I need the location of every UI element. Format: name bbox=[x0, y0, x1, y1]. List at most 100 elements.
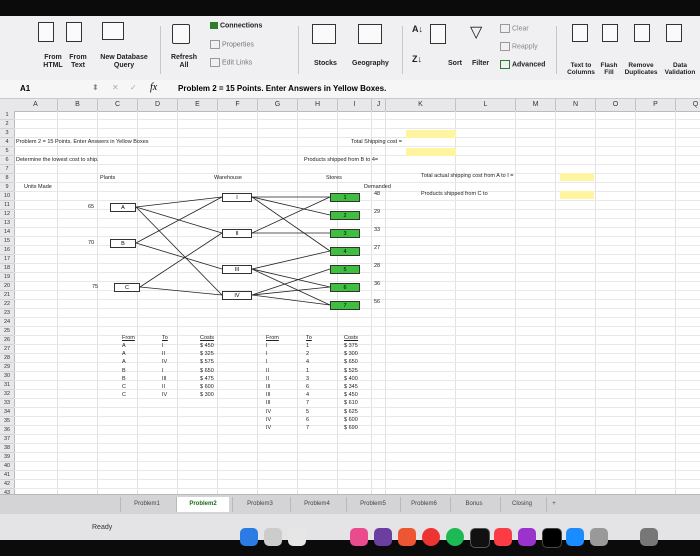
from-text-button[interactable] bbox=[66, 22, 82, 45]
spotify-icon[interactable] bbox=[446, 528, 464, 546]
table-cell[interactable]: $ 450 bbox=[344, 392, 358, 399]
advanced-button[interactable]: Advanced bbox=[500, 60, 545, 69]
table-cell[interactable]: I bbox=[266, 351, 268, 358]
table-cell[interactable]: $ 600 bbox=[200, 384, 214, 391]
table-cell[interactable]: A bbox=[122, 359, 126, 366]
app-icon[interactable] bbox=[350, 528, 368, 546]
cell-stepper-icon[interactable]: ⬍ bbox=[92, 83, 99, 92]
table-cell[interactable]: $ 400 bbox=[344, 376, 358, 383]
table-cell[interactable]: B bbox=[122, 368, 126, 375]
cancel-icon[interactable]: ✕ bbox=[112, 83, 119, 92]
table-cell[interactable]: $ 650 bbox=[344, 359, 358, 366]
filter-icon[interactable]: ▽ bbox=[470, 22, 482, 42]
table-cell[interactable]: $ 650 bbox=[200, 368, 214, 375]
table-cell[interactable]: 1 bbox=[306, 368, 309, 375]
table-cell[interactable]: $ 450 bbox=[200, 343, 214, 350]
spreadsheet-grid[interactable]: ABCDEFGHIJKLMNOPQ 1 2 3 4 5 6 7 8 9 10 11 12 13 14 15 1… bbox=[0, 99, 700, 494]
table-cell[interactable]: 5 bbox=[306, 409, 309, 416]
sheet-tab[interactable]: Problem1 bbox=[120, 497, 173, 512]
table-cell[interactable]: IV bbox=[266, 417, 271, 424]
sheet-tab[interactable]: Problem6 bbox=[400, 497, 447, 512]
table-cell[interactable]: III bbox=[266, 400, 271, 407]
table-cell[interactable]: III bbox=[266, 392, 271, 399]
geography-button[interactable] bbox=[358, 24, 382, 47]
app-store-icon[interactable] bbox=[566, 528, 584, 546]
table-cell[interactable]: $ 610 bbox=[344, 400, 358, 407]
table-cell[interactable]: $ 345 bbox=[344, 384, 358, 391]
table-cell[interactable]: 7 bbox=[306, 400, 309, 407]
sheet-tab[interactable]: Bonus bbox=[450, 497, 497, 512]
app-icon[interactable] bbox=[590, 528, 608, 546]
edit-links-button[interactable]: Edit Links bbox=[210, 58, 252, 67]
table-cell[interactable]: B bbox=[122, 376, 126, 383]
table-cell[interactable]: $ 325 bbox=[200, 351, 214, 358]
table-cell[interactable]: I bbox=[266, 343, 268, 350]
app-icon[interactable] bbox=[398, 528, 416, 546]
flash-fill-button[interactable] bbox=[602, 24, 618, 45]
table-cell[interactable]: II bbox=[162, 384, 165, 391]
table-cell[interactable]: III bbox=[162, 376, 167, 383]
table-cell[interactable]: $ 625 bbox=[344, 409, 358, 416]
table-cell[interactable]: I bbox=[266, 359, 268, 366]
table-cell[interactable]: A bbox=[122, 343, 126, 350]
table-cell[interactable]: 4 bbox=[306, 392, 309, 399]
from-html-button[interactable] bbox=[38, 22, 54, 45]
app-icon[interactable] bbox=[422, 528, 440, 546]
table-cell[interactable]: C bbox=[122, 384, 126, 391]
sort-button[interactable] bbox=[430, 24, 446, 47]
table-cell[interactable]: IV bbox=[266, 425, 271, 432]
enter-check-icon[interactable]: ✓ bbox=[130, 83, 137, 92]
table-cell[interactable]: C bbox=[122, 392, 126, 399]
table-cell[interactable]: 2 bbox=[306, 351, 309, 358]
remove-duplicates-button[interactable] bbox=[634, 24, 650, 45]
table-cell[interactable]: $ 575 bbox=[200, 359, 214, 366]
table-cell[interactable]: I bbox=[162, 368, 164, 375]
table-cell[interactable]: $ 690 bbox=[344, 425, 358, 432]
table-cell[interactable]: 6 bbox=[306, 384, 309, 391]
calendar-icon[interactable] bbox=[288, 528, 306, 546]
clear-button[interactable]: Clear bbox=[500, 24, 529, 33]
table-cell[interactable]: $ 375 bbox=[344, 343, 358, 350]
stocks-button[interactable] bbox=[312, 24, 336, 47]
app-icon[interactable] bbox=[264, 528, 282, 546]
table-cell[interactable]: $ 475 bbox=[200, 376, 214, 383]
new-database-query-button[interactable] bbox=[102, 22, 124, 43]
table-cell[interactable]: II bbox=[162, 351, 165, 358]
properties-button[interactable]: Properties bbox=[210, 40, 254, 49]
table-cell[interactable]: IV bbox=[162, 392, 167, 399]
table-cell[interactable]: I bbox=[162, 343, 164, 350]
table-cell[interactable]: 6 bbox=[306, 417, 309, 424]
app-icon[interactable] bbox=[240, 528, 258, 546]
data-validation-button[interactable] bbox=[666, 24, 682, 45]
name-box[interactable]: A1 bbox=[20, 84, 30, 93]
table-cell[interactable]: II bbox=[266, 368, 269, 375]
table-cell[interactable]: II bbox=[266, 376, 269, 383]
function-icon[interactable]: fx bbox=[150, 82, 157, 93]
add-sheet-button[interactable]: + bbox=[546, 497, 561, 512]
table-cell[interactable]: 3 bbox=[306, 376, 309, 383]
table-cell[interactable]: 4 bbox=[306, 359, 309, 366]
sheet-tab[interactable]: Problem3 bbox=[232, 497, 287, 512]
star-icon[interactable] bbox=[374, 528, 392, 546]
table-cell[interactable]: $ 600 bbox=[344, 417, 358, 424]
app-icon[interactable] bbox=[640, 528, 658, 546]
sheet-tab[interactable]: Problem5 bbox=[346, 497, 399, 512]
reapply-button[interactable]: Reapply bbox=[500, 42, 538, 51]
sheet-tab[interactable]: Problem4 bbox=[290, 497, 343, 512]
table-cell[interactable]: III bbox=[266, 384, 271, 391]
music-icon[interactable] bbox=[494, 528, 512, 546]
tv-icon[interactable] bbox=[542, 528, 562, 548]
app-icon[interactable] bbox=[470, 528, 490, 548]
podcasts-icon[interactable] bbox=[518, 528, 536, 546]
table-cell[interactable]: 7 bbox=[306, 425, 309, 432]
sort-az-icon[interactable]: A↓ bbox=[412, 24, 423, 34]
formula-input[interactable]: Problem 2 = 15 Points. Enter Answers in … bbox=[178, 84, 386, 93]
table-cell[interactable]: $ 300 bbox=[200, 392, 214, 399]
sort-za-icon[interactable]: Z↓ bbox=[412, 54, 422, 64]
refresh-all-button[interactable] bbox=[172, 24, 190, 47]
table-cell[interactable]: $ 300 bbox=[344, 351, 358, 358]
sheet-tab[interactable]: Closing bbox=[500, 497, 543, 512]
table-cell[interactable]: $ 525 bbox=[344, 368, 358, 375]
text-to-columns-button[interactable] bbox=[572, 24, 588, 45]
table-cell[interactable]: IV bbox=[266, 409, 271, 416]
